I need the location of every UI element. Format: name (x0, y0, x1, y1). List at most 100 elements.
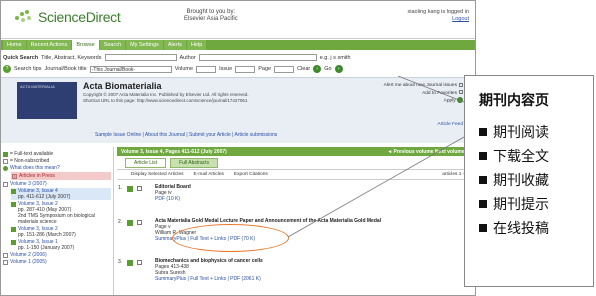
journal-cover[interactable]: ACTA MATERIALIA (17, 82, 77, 119)
bullet-icon (479, 224, 487, 232)
issue-title: Volume 3, Issue 4, Pages 411-612 (July 2… (121, 148, 227, 155)
non-subscribed-icon (3, 158, 8, 164)
what-mean-label: What does this mean? (10, 165, 60, 171)
journal-copyright: Copyright © 2007 Acta Materialia Inc. Pu… (83, 92, 303, 104)
legend-non-sub-label: = Non-subscribed (10, 158, 50, 164)
volume-3[interactable]: Volume 3 (2007) (3, 181, 111, 187)
search-tips-link[interactable]: Search tips (14, 66, 42, 72)
alert-checkbox[interactable] (459, 82, 463, 87)
cover-text: ACTA MATERIALIA (20, 84, 55, 89)
nav-my-settings[interactable]: My Settings (126, 40, 163, 50)
export-citations[interactable]: Export Citations (234, 172, 268, 177)
article-number: 3. (118, 259, 123, 265)
go-icon[interactable]: › (334, 65, 343, 73)
nav-recent-actions[interactable]: Recent Actions (26, 40, 72, 50)
nav-home[interactable]: Home (3, 40, 26, 50)
screenshot-frame: ScienceDirect Brought to you by: Elsevie… (0, 0, 476, 296)
brought-by: Brought to you by: Elsevier Asia Pacific (184, 9, 238, 23)
nav-search[interactable]: Search (99, 40, 126, 50)
logo-text: ScienceDirect (38, 9, 121, 25)
favorites-checkbox[interactable] (459, 90, 463, 95)
article-checkbox[interactable] (137, 186, 142, 191)
bullet-icon (479, 200, 487, 208)
article-list-panel: Volume 3, Issue 4, Pages 411-612 (July 2… (117, 147, 475, 295)
apply-icon (457, 97, 463, 103)
legend-full-text: = Full-text available (3, 151, 111, 157)
callout-item-label: 期刊提示 (493, 197, 549, 213)
press-icon (12, 173, 17, 179)
add-fav-label: Add to Favorites (422, 90, 457, 96)
brought-line-2: Elsevier Asia Pacific (184, 16, 238, 22)
article-checkbox[interactable] (137, 260, 142, 265)
bullet-icon (479, 152, 487, 160)
journal-alerts: Alert me about new Journal issues Add to… (384, 82, 463, 105)
journal-select[interactable]: -This Journal/Book- (89, 65, 172, 73)
shortcut-url: Shortcut URL to this page: http://www.sc… (83, 98, 248, 103)
volume-1-label: Volume 1 (2005) (10, 259, 47, 265)
nav-browse[interactable]: Browse (72, 40, 99, 50)
tab-full-abstracts[interactable]: Full Abstracts (170, 158, 219, 168)
callout-item-label: 在线投稿 (493, 221, 549, 237)
issue-4-pages: pp. 411-612 (July 2007) (18, 194, 71, 200)
callout-item: 期刊收藏 (479, 168, 593, 192)
clear-button[interactable]: Clear (297, 66, 310, 72)
journal-links[interactable]: Sample Issue Online | About this Journal… (95, 132, 277, 138)
nav-alerts[interactable]: Alerts (163, 40, 186, 50)
article-links[interactable]: PDF (10 K) (155, 196, 471, 202)
callout-item-label: 期刊阅读 (493, 125, 549, 141)
expand-icon[interactable] (3, 252, 8, 258)
bullet-icon (479, 128, 487, 136)
article-feed-link[interactable]: Article Feed (437, 122, 463, 127)
issue-input[interactable] (235, 65, 256, 73)
issue-2-note: 2nd TMS Symposium on biological material… (18, 213, 95, 225)
apply-button[interactable]: Apply (384, 97, 463, 105)
volume-2-label: Volume 2 (2006) (10, 252, 47, 258)
quick-search-row-2: ? Search tips Journal/Book title -This J… (3, 64, 471, 74)
callout-box: 期刊内容页 期刊阅读 下载全文 期刊收藏 期刊提示 在线投稿 (464, 75, 594, 287)
articles-in-press[interactable]: Articles in Press (11, 172, 111, 180)
keywords-input[interactable] (104, 54, 177, 61)
add-favorites[interactable]: Add to Favorites (384, 90, 463, 98)
go-button[interactable]: Go (324, 66, 331, 72)
article-row: 1. Editorial Board Page iv PDF (10 K) (117, 180, 475, 214)
tab-article-list[interactable]: Article List (125, 158, 167, 168)
sciencedirect-logo[interactable]: ScienceDirect (15, 9, 121, 25)
issue-1[interactable]: Volume 3, Issue 1 pp. 1-150 (January 2007… (11, 239, 111, 251)
volume-2[interactable]: Volume 2 (2006) (3, 252, 111, 258)
issue-2b[interactable]: Volume 3, Issue 2 pp. 151-286 (March 2007… (11, 226, 111, 238)
logged-text: xiaoling kang is logged in (407, 9, 469, 15)
journal-title-label: Journal/Book title (44, 66, 87, 72)
what-mean-link[interactable]: What does this mean? (3, 165, 111, 171)
full-text-icon (127, 260, 133, 266)
legend-full-text-label: = Full-text available (10, 151, 54, 157)
collapse-icon[interactable] (3, 181, 8, 187)
page-input[interactable] (274, 65, 295, 73)
page-label: Page (258, 66, 272, 72)
article-tools: Display Selected Articles E-mail Article… (117, 169, 475, 180)
issue-2[interactable]: Volume 3, Issue 2 pp. 287-410 (May 2007) 2… (11, 201, 111, 225)
volume-label: Volume (174, 66, 194, 72)
article-checkbox[interactable] (137, 220, 142, 225)
issue-4[interactable]: Volume 3, Issue 4 pp. 411-612 (July 2007) (11, 188, 111, 200)
volume-input[interactable] (196, 65, 217, 73)
journal-title: Acta Biomaterialia (83, 81, 162, 91)
quick-search-row: Quick Search Title, Abstract, Keywords A… (3, 53, 471, 62)
help-icon[interactable]: ? (3, 65, 11, 73)
volume-1[interactable]: Volume 1 (2005) (3, 259, 111, 265)
question-icon (3, 165, 8, 171)
callout-item: 期刊提示 (479, 192, 593, 216)
article-number: 1. (118, 185, 123, 191)
legend-non-subscribed: = Non-subscribed (3, 158, 111, 164)
author-input[interactable] (198, 54, 317, 61)
clear-go-icon[interactable]: › (313, 65, 322, 73)
nav-help[interactable]: Help (186, 40, 207, 50)
author-hint: e.g. j s smith (319, 54, 351, 61)
email-articles[interactable]: E-mail Articles (194, 172, 224, 177)
logout-link[interactable]: Logout (408, 16, 469, 23)
prev-next-volume[interactable]: ◄ Previous volume Next volume ► (387, 149, 471, 155)
expand-icon-2[interactable] (3, 259, 8, 265)
alert-new-issues[interactable]: Alert me about new Journal issues (384, 82, 463, 90)
article-row: 3. Biomechanics and biophysics of cancer… (117, 254, 475, 288)
display-selected[interactable]: Display Selected Articles (131, 172, 184, 177)
article-links[interactable]: SummaryPlus | Full Text + Links | PDF (2… (155, 276, 471, 282)
